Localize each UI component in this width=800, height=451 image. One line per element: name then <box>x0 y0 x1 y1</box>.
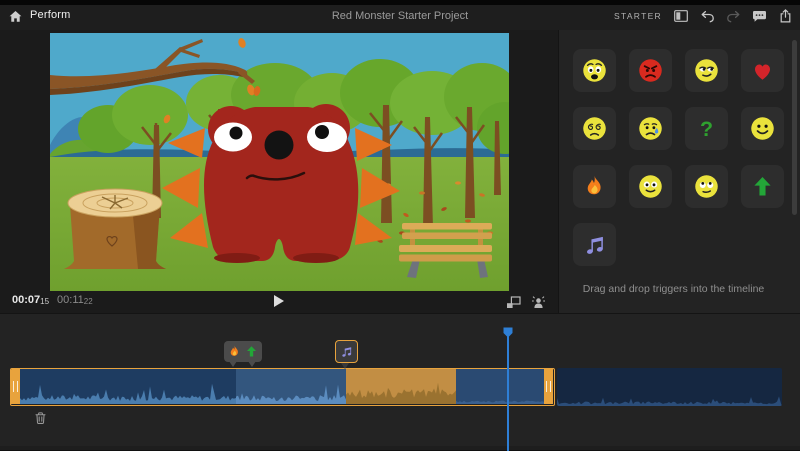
camera-tracking-button[interactable] <box>530 294 546 310</box>
music-note-icon <box>581 231 608 258</box>
triggers-hint: Drag and drop triggers into the timeline <box>559 283 788 295</box>
play-icon <box>273 294 285 308</box>
playhead[interactable] <box>503 325 513 451</box>
timeline-marker-fire-arrow[interactable] <box>224 341 262 362</box>
main-area: 00:0715 00:1122 <box>0 30 800 313</box>
undo-button[interactable] <box>699 8 715 24</box>
redo-button[interactable] <box>725 8 741 24</box>
app-window: Perform Red Monster Starter Project STAR… <box>0 0 800 450</box>
trigger-up-arrow[interactable] <box>741 165 784 208</box>
smirk-face-icon <box>693 57 720 84</box>
scrollbar[interactable] <box>792 40 797 215</box>
scale-preview-button[interactable] <box>505 294 521 310</box>
panel-toggle-button[interactable] <box>673 8 689 24</box>
scared-face-icon <box>581 57 608 84</box>
clip-segment-tail <box>456 369 544 404</box>
feedback-button[interactable] <box>751 8 767 24</box>
timeline-track <box>0 368 800 406</box>
panel-toggle-icon <box>674 10 688 22</box>
trigger-grid <box>573 49 784 266</box>
up-arrow-icon <box>244 344 259 359</box>
trigger-wide-eye-smile-face[interactable] <box>629 165 672 208</box>
wide-eye-smile-face-icon <box>637 173 664 200</box>
trigger-smile-face[interactable] <box>741 107 784 150</box>
trigger-smirk-face[interactable] <box>685 49 728 92</box>
preview-panel: 00:0715 00:1122 <box>0 30 558 313</box>
fire-icon <box>227 344 242 359</box>
sad-tear-face-icon <box>637 115 664 142</box>
preview-scene <box>50 33 509 291</box>
trigger-music-note[interactable] <box>573 223 616 266</box>
trigger-fire[interactable] <box>573 165 616 208</box>
fire-icon <box>581 173 608 200</box>
clip-segment-intro <box>20 369 236 404</box>
share-button[interactable] <box>777 8 793 24</box>
transport-bar: 00:0715 00:1122 <box>0 291 558 313</box>
current-frames: 15 <box>40 297 49 306</box>
up-arrow-icon <box>749 173 776 200</box>
timeline-marker-music[interactable] <box>335 340 358 363</box>
clip-trim-handle-left[interactable] <box>11 369 20 404</box>
dizzy-face-icon <box>581 115 608 142</box>
total-time: 00:11 <box>57 294 84 306</box>
trash-icon <box>33 410 48 426</box>
plan-badge: STARTER <box>614 11 662 21</box>
trigger-dizzy-face[interactable] <box>573 107 616 150</box>
trigger-sad-tear-face[interactable] <box>629 107 672 150</box>
music-note-icon <box>339 344 354 359</box>
smile-face-icon <box>749 115 776 142</box>
audio-clip-unselected[interactable] <box>557 368 782 406</box>
timecode: 00:0715 00:1122 <box>12 294 93 306</box>
triggers-panel: Drag and drop triggers into the timeline <box>558 30 800 313</box>
trigger-scared-face[interactable] <box>573 49 616 92</box>
marker-pointer <box>248 361 256 367</box>
redo-icon <box>726 10 741 23</box>
timeline-panel <box>0 313 800 450</box>
trigger-angry-face[interactable] <box>629 49 672 92</box>
total-frames: 22 <box>84 297 93 306</box>
camera-tracking-icon <box>531 295 546 309</box>
clip-segment-music <box>346 369 456 404</box>
topbar-actions: STARTER <box>614 5 793 27</box>
playhead-line <box>507 334 509 451</box>
share-icon <box>779 9 792 23</box>
current-time: 00:07 <box>12 294 40 306</box>
trigger-eye-roll-face[interactable] <box>685 165 728 208</box>
scale-preview-icon <box>506 296 521 309</box>
trigger-question-mark[interactable] <box>685 107 728 150</box>
timeline-footer <box>0 446 800 450</box>
marker-pointer <box>229 361 237 367</box>
feedback-bubble-icon <box>752 10 767 23</box>
question-mark-icon <box>693 115 720 142</box>
play-button[interactable] <box>273 294 287 309</box>
delete-button[interactable] <box>33 410 48 426</box>
marker-pointer <box>341 363 349 369</box>
heart-icon <box>749 57 776 84</box>
clip-trim-handle-right[interactable] <box>544 369 553 404</box>
clip-segment-trigger <box>236 369 346 404</box>
audio-clip-selected[interactable] <box>10 368 555 406</box>
undo-icon <box>700 10 715 23</box>
tree-stump <box>64 189 166 269</box>
trigger-heart[interactable] <box>741 49 784 92</box>
top-bar: Perform Red Monster Starter Project STAR… <box>0 0 800 30</box>
angry-face-icon <box>637 57 664 84</box>
eye-roll-face-icon <box>693 173 720 200</box>
